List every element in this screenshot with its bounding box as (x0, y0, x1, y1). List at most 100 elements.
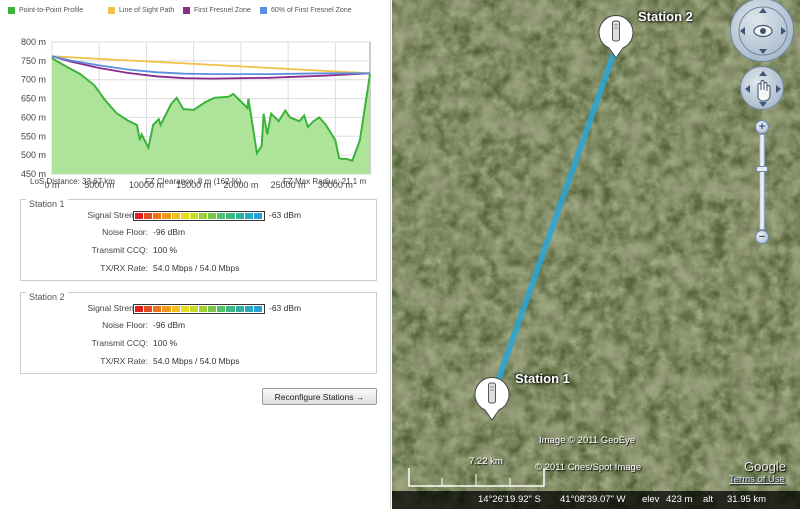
signal-segment (244, 213, 253, 219)
txrx-rate-label: TX/RX Rate: (100, 263, 148, 273)
station-2-rate-row: TX/RX Rate: 54.0 Mbps / 54.0 Mbps (21, 356, 376, 368)
station-1-noise-value: -96 dBm (153, 227, 186, 237)
signal-segment (153, 213, 162, 219)
station-1-ccq-value: 100 % (153, 245, 178, 255)
transmit-ccq-label: Transmit CCQ: (91, 245, 148, 255)
y-tick-label: 800 m (21, 37, 46, 47)
y-tick-label: 650 m (21, 94, 46, 104)
signal-segment (226, 306, 235, 312)
legend-label: First Fresnel Zone (194, 6, 251, 14)
look-control-icon[interactable] (730, 0, 794, 62)
google-logo: Google (744, 459, 786, 474)
signal-segment (135, 213, 144, 219)
legend-item: 60% of First Fresnel Zone (260, 4, 352, 16)
fz-max-radius: FZ Max Radius: 21.1 m (283, 177, 367, 186)
altitude-value: 31.95 km (727, 494, 767, 505)
signal-segment (144, 213, 153, 219)
scale-bar (408, 468, 545, 487)
transmit-ccq-label: Transmit CCQ: (91, 338, 148, 348)
legend-label: Line of Sight Path (119, 6, 175, 14)
signal-segment (253, 213, 262, 219)
signal-segment (180, 306, 189, 312)
station-1-title: Station 1 (26, 199, 68, 209)
signal-segment (226, 213, 235, 219)
signal-segment (235, 213, 244, 219)
station-1-signal-value: -63 dBm (269, 210, 302, 220)
legend-swatch (183, 6, 190, 14)
zoom-slider-track[interactable] (759, 134, 765, 230)
station-2-signal-meter (133, 304, 265, 314)
chart-footer: LoS Distance: 33.67 km FZ Clearance: 8 m… (0, 177, 391, 189)
station-2-noise-value: -96 dBm (153, 320, 186, 330)
signal-segment (217, 306, 226, 312)
profile-chart-svg: 450 m500 m550 m600 m650 m700 m750 m800 m… (21, 37, 371, 190)
y-tick-label: 550 m (21, 131, 46, 141)
station-2-panel: Station 2 Signal Strength: -63 dBm Noise… (20, 292, 377, 374)
station-1-rate-value: 54.0 Mbps / 54.0 Mbps (153, 263, 240, 273)
signal-segment (135, 306, 144, 312)
legend-swatch (8, 6, 15, 14)
station-1-signal-row: Signal Strength: -63 dBm (21, 210, 376, 222)
station-1-noise-row: Noise Floor: -96 dBm (21, 227, 376, 239)
y-tick-label: 500 m (21, 150, 46, 160)
zoom-out-button[interactable]: − (755, 230, 769, 244)
cnes-credit: © 2011 Cnes/Spot Image (535, 462, 642, 473)
zoom-slider-thumb[interactable] (756, 165, 768, 172)
elevation-value: 423 m (666, 494, 693, 505)
y-tick-label: 700 m (21, 75, 46, 85)
signal-segment (144, 306, 153, 312)
station-1-rate-row: TX/RX Rate: 54.0 Mbps / 54.0 Mbps (21, 263, 376, 275)
satellite-map[interactable]: Station 2 Station 1 + − Image © 2011 Geo… (392, 0, 800, 509)
legend-item: Line of Sight Path (108, 4, 174, 16)
station-1-panel: Station 1 Signal Strength: -63 dBm Noise… (20, 199, 377, 281)
signal-segment (253, 306, 262, 312)
zoom-in-button[interactable]: + (755, 120, 769, 134)
signal-segment (162, 213, 171, 219)
legend-swatch (260, 6, 267, 14)
signal-segment (198, 213, 208, 219)
signal-segment (162, 306, 171, 312)
signal-segment (153, 306, 162, 312)
signal-segment (235, 306, 244, 312)
legend-item: Point-to-Point Profile (8, 4, 83, 16)
station-2-title: Station 2 (26, 292, 68, 302)
station-1-signal-meter (133, 211, 265, 221)
legend-swatch (108, 6, 115, 14)
legend-label: Point-to-Point Profile (19, 6, 84, 14)
satellite-imagery (392, 0, 800, 509)
profile-panel: Point-to-Point Profile Line of Sight Path… (0, 0, 391, 509)
latitude: 14°26'19.92" S (478, 494, 541, 505)
map-status-bar: 14°26'19.92" S 41°08'39.07" W elev 423 m… (392, 491, 800, 509)
noise-floor-label: Noise Floor: (102, 227, 148, 237)
terms-of-use-link[interactable]: Terms of Use (729, 474, 785, 485)
station-2-signal-value: -63 dBm (269, 303, 302, 313)
profile-chart: 450 m 500 m 550 m 600 m 650 m 700 m 750 m 800 m… (0, 18, 391, 193)
signal-segment (180, 213, 189, 219)
signal-segment (198, 306, 208, 312)
station-2-marker-icon[interactable] (596, 12, 636, 60)
elevation-label: elev (642, 494, 660, 505)
legend-label: 60% of First Fresnel Zone (271, 6, 352, 14)
signal-segment (217, 213, 226, 219)
imagery-credit: Image © 2011 GeoEye (539, 435, 636, 446)
txrx-rate-label: TX/RX Rate: (100, 356, 148, 366)
station-1-ccq-row: Transmit CCQ: 100 % (21, 245, 376, 257)
signal-segment (208, 306, 217, 312)
reconfigure-stations-button[interactable]: Reconfigure Stations → (262, 388, 377, 405)
y-tick-label: 750 m (21, 56, 46, 66)
move-control-icon[interactable] (740, 66, 784, 110)
station-2-ccq-value: 100 % (153, 338, 178, 348)
signal-segment (189, 213, 198, 219)
altitude-label: alt (703, 494, 714, 505)
signal-segment (189, 306, 198, 312)
station-1-marker-icon[interactable] (472, 374, 512, 422)
los-distance: LoS Distance: 33.67 km (30, 177, 115, 186)
fz-clearance: FZ Clearance: 8 m (162 %) (145, 177, 242, 186)
y-tick-label: 600 m (21, 112, 46, 122)
chart-legend: Point-to-Point Profile Line of Sight Path… (8, 4, 388, 16)
longitude: 41°08'39.07" W (560, 494, 626, 505)
station-2-ccq-row: Transmit CCQ: 100 % (21, 338, 376, 350)
station-2-rate-value: 54.0 Mbps / 54.0 Mbps (153, 356, 240, 366)
station-2-signal-row: Signal Strength: -63 dBm (21, 303, 376, 315)
station-1-map-label: Station 1 (515, 371, 570, 386)
